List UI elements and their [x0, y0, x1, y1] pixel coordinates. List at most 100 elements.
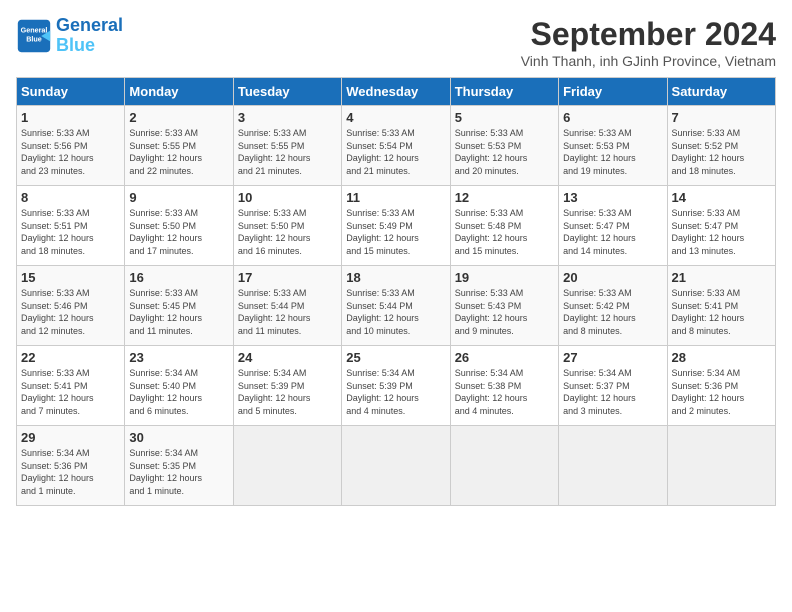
cell-content: Sunrise: 5:33 AM Sunset: 5:53 PM Dayligh… [455, 127, 554, 177]
week-row-1: 1Sunrise: 5:33 AM Sunset: 5:56 PM Daylig… [17, 106, 776, 186]
calendar-cell: 14 Sunrise: 5:33 AM Sunset: 5:47 PM Dayli… [667, 186, 775, 266]
day-number: 12 [455, 190, 554, 205]
day-number: 2 [129, 110, 228, 125]
day-number: 13 [563, 190, 662, 205]
calendar-cell: 16 Sunrise: 5:33 AM Sunset: 5:45 PM Dayli… [125, 266, 233, 346]
calendar-cell: 8Sunrise: 5:33 AM Sunset: 5:51 PM Daylig… [17, 186, 125, 266]
cell-content: Sunrise: 5:34 AM Sunset: 5:35 PM Dayligh… [129, 447, 228, 497]
day-number: 19 [455, 270, 554, 285]
header-sunday: Sunday [17, 78, 125, 106]
day-number: 16 [129, 270, 228, 285]
day-number: 24 [238, 350, 337, 365]
calendar-cell: 17Sunrise: 5:33 AM Sunset: 5:44 PM Dayli… [233, 266, 341, 346]
day-number: 26 [455, 350, 554, 365]
page-header: General Blue GeneralBlue September 2024 … [16, 16, 776, 69]
cell-content: Sunrise: 5:34 AM Sunset: 5:39 PM Dayligh… [238, 367, 337, 417]
cell-content: Sunrise: 5:33 AM Sunset: 5:41 PM Dayligh… [672, 287, 771, 337]
calendar-cell: 20 Sunrise: 5:33 AM Sunset: 5:42 PM Dayli… [559, 266, 667, 346]
cell-content: Sunrise: 5:33 AM Sunset: 5:47 PM Dayligh… [563, 207, 662, 257]
calendar-cell: 7 Sunrise: 5:33 AM Sunset: 5:52 PM Daylig… [667, 106, 775, 186]
calendar-cell: 10Sunrise: 5:33 AM Sunset: 5:50 PM Dayli… [233, 186, 341, 266]
cell-content: Sunrise: 5:33 AM Sunset: 5:48 PM Dayligh… [455, 207, 554, 257]
header-friday: Friday [559, 78, 667, 106]
calendar-cell: 22 Sunrise: 5:33 AM Sunset: 5:41 PM Dayli… [17, 346, 125, 426]
cell-content: Sunrise: 5:33 AM Sunset: 5:51 PM Dayligh… [21, 207, 120, 257]
day-number: 9 [129, 190, 228, 205]
logo: General Blue GeneralBlue [16, 16, 123, 56]
day-number: 3 [238, 110, 337, 125]
cell-content: Sunrise: 5:33 AM Sunset: 5:50 PM Dayligh… [129, 207, 228, 257]
cell-content: Sunrise: 5:33 AM Sunset: 5:46 PM Dayligh… [21, 287, 120, 337]
calendar-cell: 5 Sunrise: 5:33 AM Sunset: 5:53 PM Daylig… [450, 106, 558, 186]
title-area: September 2024 Vinh Thanh, inh GJinh Pro… [521, 16, 776, 69]
logo-text: GeneralBlue [56, 16, 123, 56]
calendar-cell: 12 Sunrise: 5:33 AM Sunset: 5:48 PM Dayli… [450, 186, 558, 266]
svg-text:General: General [21, 25, 48, 34]
calendar-cell: 2 Sunrise: 5:33 AM Sunset: 5:55 PM Daylig… [125, 106, 233, 186]
cell-content: Sunrise: 5:33 AM Sunset: 5:53 PM Dayligh… [563, 127, 662, 177]
calendar-cell: 4 Sunrise: 5:33 AM Sunset: 5:54 PM Daylig… [342, 106, 450, 186]
calendar-title: September 2024 [521, 16, 776, 53]
cell-content: Sunrise: 5:33 AM Sunset: 5:41 PM Dayligh… [21, 367, 120, 417]
cell-content: Sunrise: 5:33 AM Sunset: 5:47 PM Dayligh… [672, 207, 771, 257]
calendar-table: SundayMondayTuesdayWednesdayThursdayFrid… [16, 77, 776, 506]
calendar-cell: 6 Sunrise: 5:33 AM Sunset: 5:53 PM Daylig… [559, 106, 667, 186]
cell-content: Sunrise: 5:33 AM Sunset: 5:55 PM Dayligh… [129, 127, 228, 177]
calendar-cell [559, 426, 667, 506]
calendar-cell: 21 Sunrise: 5:33 AM Sunset: 5:41 PM Dayli… [667, 266, 775, 346]
cell-content: Sunrise: 5:33 AM Sunset: 5:54 PM Dayligh… [346, 127, 445, 177]
calendar-cell: 30Sunrise: 5:34 AM Sunset: 5:35 PM Dayli… [125, 426, 233, 506]
header-monday: Monday [125, 78, 233, 106]
calendar-cell [342, 426, 450, 506]
svg-text:Blue: Blue [26, 34, 42, 43]
day-number: 29 [21, 430, 120, 445]
calendar-cell: 13 Sunrise: 5:33 AM Sunset: 5:47 PM Dayli… [559, 186, 667, 266]
day-number: 11 [346, 190, 445, 205]
cell-content: Sunrise: 5:34 AM Sunset: 5:36 PM Dayligh… [21, 447, 120, 497]
day-number: 5 [455, 110, 554, 125]
calendar-cell: 1Sunrise: 5:33 AM Sunset: 5:56 PM Daylig… [17, 106, 125, 186]
calendar-cell: 11 Sunrise: 5:33 AM Sunset: 5:49 PM Dayli… [342, 186, 450, 266]
day-number: 14 [672, 190, 771, 205]
cell-content: Sunrise: 5:33 AM Sunset: 5:52 PM Dayligh… [672, 127, 771, 177]
cell-content: Sunrise: 5:33 AM Sunset: 5:55 PM Dayligh… [238, 127, 337, 177]
cell-content: Sunrise: 5:33 AM Sunset: 5:43 PM Dayligh… [455, 287, 554, 337]
day-number: 4 [346, 110, 445, 125]
logo-icon: General Blue [16, 18, 52, 54]
calendar-cell: 9 Sunrise: 5:33 AM Sunset: 5:50 PM Daylig… [125, 186, 233, 266]
cell-content: Sunrise: 5:33 AM Sunset: 5:49 PM Dayligh… [346, 207, 445, 257]
week-row-2: 8Sunrise: 5:33 AM Sunset: 5:51 PM Daylig… [17, 186, 776, 266]
header-saturday: Saturday [667, 78, 775, 106]
calendar-cell: 23 Sunrise: 5:34 AM Sunset: 5:40 PM Dayli… [125, 346, 233, 426]
calendar-cell: 24 Sunrise: 5:34 AM Sunset: 5:39 PM Dayli… [233, 346, 341, 426]
day-number: 7 [672, 110, 771, 125]
calendar-cell: 19 Sunrise: 5:33 AM Sunset: 5:43 PM Dayli… [450, 266, 558, 346]
cell-content: Sunrise: 5:33 AM Sunset: 5:44 PM Dayligh… [346, 287, 445, 337]
cell-content: Sunrise: 5:33 AM Sunset: 5:42 PM Dayligh… [563, 287, 662, 337]
calendar-cell: 26 Sunrise: 5:34 AM Sunset: 5:38 PM Dayli… [450, 346, 558, 426]
calendar-cell: 3 Sunrise: 5:33 AM Sunset: 5:55 PM Daylig… [233, 106, 341, 186]
cell-content: Sunrise: 5:33 AM Sunset: 5:56 PM Dayligh… [21, 127, 120, 177]
day-number: 28 [672, 350, 771, 365]
calendar-cell: 29 Sunrise: 5:34 AM Sunset: 5:36 PM Dayli… [17, 426, 125, 506]
calendar-cell [667, 426, 775, 506]
day-number: 25 [346, 350, 445, 365]
day-number: 18 [346, 270, 445, 285]
day-number: 10 [238, 190, 337, 205]
day-number: 15 [21, 270, 120, 285]
calendar-cell [233, 426, 341, 506]
day-number: 21 [672, 270, 771, 285]
day-number: 22 [21, 350, 120, 365]
cell-content: Sunrise: 5:34 AM Sunset: 5:40 PM Dayligh… [129, 367, 228, 417]
day-number: 23 [129, 350, 228, 365]
day-number: 6 [563, 110, 662, 125]
day-number: 20 [563, 270, 662, 285]
header-tuesday: Tuesday [233, 78, 341, 106]
week-row-4: 22 Sunrise: 5:33 AM Sunset: 5:41 PM Dayli… [17, 346, 776, 426]
header-row: SundayMondayTuesdayWednesdayThursdayFrid… [17, 78, 776, 106]
calendar-cell: 28Sunrise: 5:34 AM Sunset: 5:36 PM Dayli… [667, 346, 775, 426]
cell-content: Sunrise: 5:34 AM Sunset: 5:38 PM Dayligh… [455, 367, 554, 417]
calendar-cell: 18 Sunrise: 5:33 AM Sunset: 5:44 PM Dayli… [342, 266, 450, 346]
cell-content: Sunrise: 5:33 AM Sunset: 5:45 PM Dayligh… [129, 287, 228, 337]
calendar-cell: 27Sunrise: 5:34 AM Sunset: 5:37 PM Dayli… [559, 346, 667, 426]
